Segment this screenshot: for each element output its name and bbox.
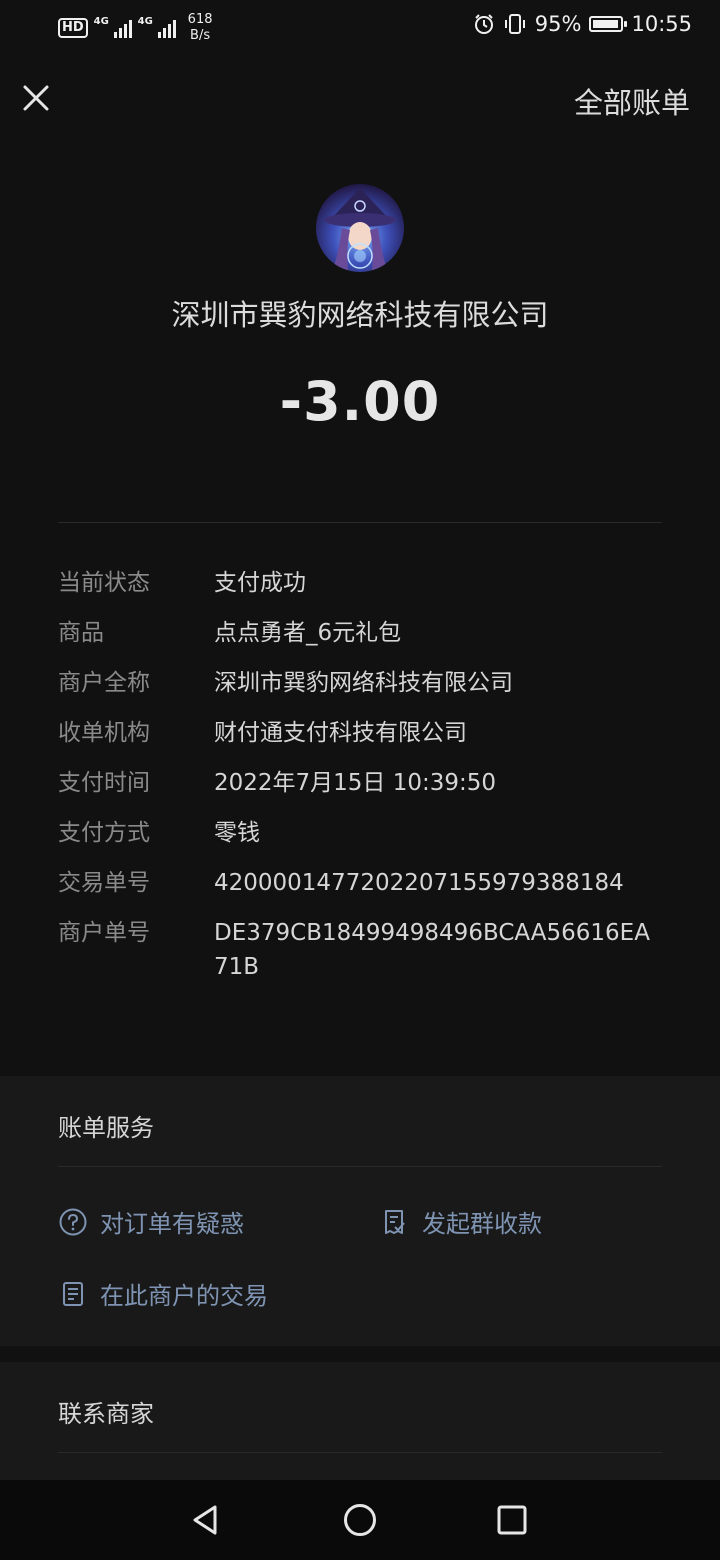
detail-label: 商户全称 <box>58 670 150 696</box>
hd-indicator: HD <box>58 18 88 38</box>
detail-label: 收单机构 <box>58 720 150 746</box>
signal-icon-1: 4G <box>94 16 132 38</box>
vibrate-icon <box>504 14 525 34</box>
details-list: 当前状态 支付成功 商品 点点勇者_6元礼包 商户全称 深圳市巽豹网络科技有限公… <box>58 566 668 1000</box>
question-circle-icon <box>59 1208 87 1235</box>
contact-divider <box>58 1452 662 1453</box>
detail-label: 支付时间 <box>58 770 150 796</box>
contact-panel: 联系商家 <box>0 1362 720 1480</box>
clock: 10:55 <box>631 12 692 36</box>
detail-row-merchant-order-id: 商户单号 DE379CB18499498496BCAA56616EA71B <box>58 916 668 984</box>
detail-row-acquirer: 收单机构 财付通支付科技有限公司 <box>58 716 668 750</box>
bill-service-divider <box>58 1166 662 1167</box>
order-question-link[interactable]: 对订单有疑惑 <box>58 1204 244 1239</box>
order-question-label: 对订单有疑惑 <box>100 1210 244 1238</box>
alarm-icon <box>474 14 493 34</box>
detail-label: 商户单号 <box>58 920 150 946</box>
merchant-trades-label: 在此商户的交易 <box>100 1282 268 1310</box>
status-left: HD 4G 4G 618 B/s <box>58 12 213 44</box>
nav-back-button[interactable] <box>186 1500 226 1540</box>
detail-value: 深圳市巽豹网络科技有限公司 <box>214 670 513 696</box>
contact-merchant-link[interactable]: 联系商家 <box>58 1394 154 1429</box>
merchant-trades-link[interactable]: 在此商户的交易 <box>58 1276 268 1311</box>
group-collect-label: 发起群收款 <box>422 1210 542 1238</box>
system-nav-bar <box>0 1480 720 1560</box>
battery-percent: 95% <box>534 12 582 36</box>
network-speed: 618 B/s <box>187 12 213 43</box>
status-bar: HD 4G 4G 618 B/s 95% 10:55 <box>0 0 720 54</box>
close-icon <box>23 85 49 111</box>
signal-icon-2: 4G <box>138 16 176 38</box>
detail-row-pay-method: 支付方式 零钱 <box>58 816 668 850</box>
detail-label: 交易单号 <box>58 870 150 896</box>
nav-recent-button[interactable] <box>492 1500 532 1540</box>
detail-row-merchant-full-name: 商户全称 深圳市巽豹网络科技有限公司 <box>58 666 668 700</box>
detail-row-product: 商品 点点勇者_6元礼包 <box>58 616 668 650</box>
receipt-check-icon <box>385 1209 405 1234</box>
detail-label: 商品 <box>58 620 104 646</box>
details-divider <box>58 522 662 523</box>
battery-icon <box>589 16 628 32</box>
detail-row-status: 当前状态 支付成功 <box>58 566 668 600</box>
merchant-avatar <box>316 184 404 272</box>
bill-service-panel: 账单服务 对订单有疑惑 发起群收款 在此商户的交易 <box>0 1076 720 1346</box>
bill-service-title: 账单服务 <box>58 1114 154 1142</box>
all-bills-link[interactable]: 全部账单 <box>574 80 690 122</box>
status-right: 95% 10:55 <box>473 12 692 36</box>
detail-value: 财付通支付科技有限公司 <box>214 720 467 746</box>
detail-value[interactable]: 4200001477202207155979388184 <box>214 866 664 900</box>
detail-label: 当前状态 <box>58 570 150 596</box>
circle-home-icon <box>344 1504 376 1536</box>
detail-value: 零钱 <box>214 820 260 846</box>
triangle-back-icon <box>193 1505 217 1535</box>
nav-home-button[interactable] <box>340 1500 380 1540</box>
merchant-name: 深圳市巽豹网络科技有限公司 <box>171 298 549 332</box>
detail-label: 支付方式 <box>58 820 150 846</box>
group-collect-link[interactable]: 发起群收款 <box>380 1204 542 1239</box>
detail-value: 点点勇者_6元礼包 <box>214 620 402 646</box>
document-list-icon <box>63 1281 83 1306</box>
square-recent-icon <box>497 1505 527 1535</box>
payment-amount: -3.00 <box>279 370 441 433</box>
close-button[interactable] <box>18 80 54 116</box>
detail-value: 2022年7月15日 10:39:50 <box>214 770 497 796</box>
detail-value: 支付成功 <box>214 570 306 596</box>
detail-row-pay-time: 支付时间 2022年7月15日 10:39:50 <box>58 766 668 800</box>
avatar-image <box>324 188 396 272</box>
detail-row-transaction-id: 交易单号 4200001477202207155979388184 <box>58 866 668 900</box>
detail-value[interactable]: DE379CB18499498496BCAA56616EA71B <box>214 916 664 984</box>
